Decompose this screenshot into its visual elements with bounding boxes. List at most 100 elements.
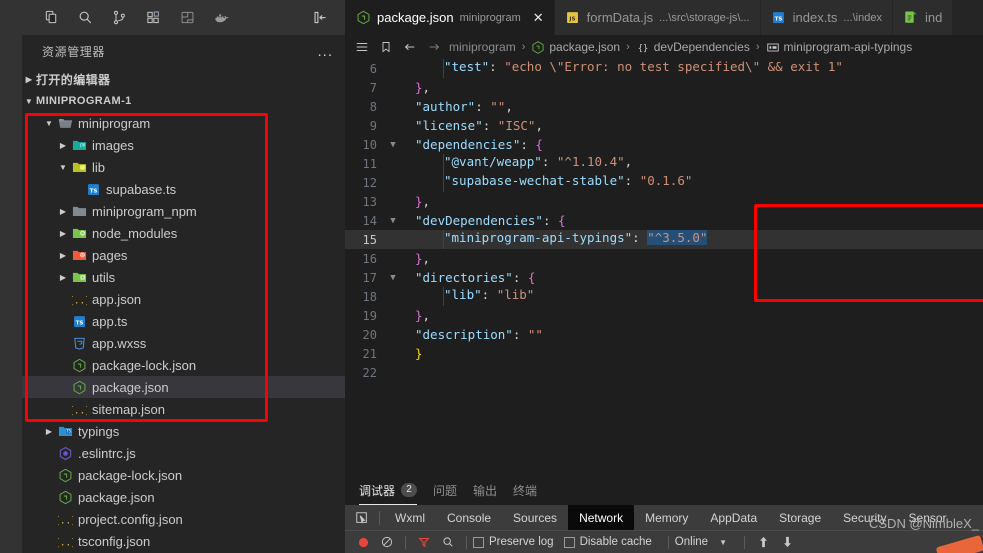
editor-tab-formdata-js[interactable]: JS formData.js ...\src\storage-js\... xyxy=(554,0,761,35)
chevron-right-icon[interactable]: ▶ xyxy=(42,427,56,436)
disable-cache-checkbox[interactable]: Disable cache xyxy=(563,536,652,548)
tree-item-pages[interactable]: ▶ pages xyxy=(22,244,345,266)
tree-item-supabase-ts[interactable]: TS supabase.ts xyxy=(22,178,345,200)
code-line[interactable]: 22 xyxy=(345,363,983,382)
tree-item-package-json[interactable]: package.json xyxy=(22,486,345,508)
devtools-tab-sources[interactable]: Sources xyxy=(502,505,568,530)
inspect-element-icon[interactable] xyxy=(349,505,375,530)
devtools-tab-appdata[interactable]: AppData xyxy=(699,505,768,530)
code-line[interactable]: 12 "supabase-wechat-stable": "0.1.6" xyxy=(345,173,983,192)
fold-chevron-icon[interactable]: ▼ xyxy=(385,216,401,226)
tree-item-typings[interactable]: ▶ TS typings xyxy=(22,420,345,442)
sidebar-section-open-editors[interactable]: ▶ 打开的编辑器 xyxy=(22,68,345,90)
forward-arrow-icon[interactable] xyxy=(425,40,443,54)
code-token: } xyxy=(415,194,423,209)
devtools-tab-wxml[interactable]: Wxml xyxy=(384,505,436,530)
collapse-sidebar-icon[interactable] xyxy=(303,0,337,35)
close-icon[interactable]: ✕ xyxy=(533,10,544,26)
throttling-select[interactable]: Online xyxy=(675,536,708,548)
tree-item-sitemap-json[interactable]: {..} sitemap.json xyxy=(22,398,345,420)
tree-item-miniprogram[interactable]: ▼ miniprogram xyxy=(22,112,345,134)
chevron-right-icon[interactable]: ▶ xyxy=(56,141,70,150)
code-line[interactable]: 19}, xyxy=(345,306,983,325)
code-line[interactable]: 20 "description": "" xyxy=(345,325,983,344)
preserve-log-checkbox[interactable]: Preserve log xyxy=(473,536,554,548)
breadcrumb-item-devdependencies[interactable]: {} devDependencies xyxy=(636,39,749,55)
source-control-icon[interactable] xyxy=(102,0,136,35)
tree-item-node-modules[interactable]: ▶ node_modules xyxy=(22,222,345,244)
code-line[interactable]: 6 "test": "echo \"Error: no test specifie… xyxy=(345,59,983,78)
panel-tab-2[interactable]: 输出 xyxy=(473,475,497,505)
breadcrumb-item-miniprogram-api-typings[interactable]: miniprogram-api-typings xyxy=(766,39,912,55)
devtools-tab-sensor[interactable]: Sensor xyxy=(898,505,958,530)
extensions-icon[interactable] xyxy=(136,0,170,35)
layout-icon[interactable] xyxy=(170,0,204,35)
tree-item-app-wxss[interactable]: app.wxss xyxy=(22,332,345,354)
code-editor[interactable]: 6 "test": "echo \"Error: no test specifie… xyxy=(345,59,983,475)
panel-tab-3[interactable]: 终端 xyxy=(513,475,537,505)
breadcrumb-item-package-json[interactable]: package.json xyxy=(531,39,620,55)
search-icon[interactable] xyxy=(68,0,102,35)
download-arrow-icon[interactable] xyxy=(775,531,799,553)
code-line[interactable]: 9 "license": "ISC", xyxy=(345,116,983,135)
code-line[interactable]: 15 "miniprogram-api-typings": "^3.5.0" xyxy=(345,230,983,249)
tree-item--eslintrc-js[interactable]: .eslintrc.js xyxy=(22,442,345,464)
upload-arrow-icon[interactable] xyxy=(751,531,775,553)
chevron-right-icon[interactable]: ▶ xyxy=(56,273,70,282)
tree-item-project-config-json[interactable]: {..} project.config.json xyxy=(22,508,345,530)
tree-item-app-json[interactable]: {..} app.json xyxy=(22,288,345,310)
fold-chevron-icon[interactable]: ▼ xyxy=(385,273,401,283)
search-icon[interactable] xyxy=(436,531,460,553)
tree-item-package-lock-json[interactable]: package-lock.json xyxy=(22,464,345,486)
chevron-right-icon[interactable]: ▶ xyxy=(56,229,70,238)
docker-icon[interactable] xyxy=(204,0,238,35)
editor-tab-package-json[interactable]: package.json miniprogram ✕ xyxy=(345,0,555,35)
tree-item-images[interactable]: ▶ images xyxy=(22,134,345,156)
devtools-tab-storage[interactable]: Storage xyxy=(768,505,832,530)
tree-item-package-lock-json[interactable]: package-lock.json xyxy=(22,354,345,376)
code-line[interactable]: 13}, xyxy=(345,192,983,211)
chevron-right-icon[interactable]: ▶ xyxy=(56,251,70,260)
filter-funnel-icon[interactable] xyxy=(412,531,436,553)
code-line[interactable]: 11 "@vant/weapp": "^1.10.4", xyxy=(345,154,983,173)
devtools-tab-memory[interactable]: Memory xyxy=(634,505,699,530)
bookmark-icon[interactable] xyxy=(377,40,395,54)
panel-tab-0[interactable]: 调试器 2 xyxy=(359,475,418,505)
tree-item-app-ts[interactable]: TS app.ts xyxy=(22,310,345,332)
back-arrow-icon[interactable] xyxy=(401,40,419,54)
explorer-more-actions-icon[interactable]: ... xyxy=(317,44,333,59)
panel-tab-1[interactable]: 问题 xyxy=(433,475,457,505)
chevron-down-icon[interactable]: ▼ xyxy=(708,531,738,553)
code-line[interactable]: 7}, xyxy=(345,78,983,97)
code-line[interactable]: 10 ▼ "dependencies": { xyxy=(345,135,983,154)
code-line[interactable]: 14 ▼ "devDependencies": { xyxy=(345,211,983,230)
record-circle-icon[interactable] xyxy=(351,531,375,553)
editor-tab-index-ts[interactable]: TS index.ts ...\index xyxy=(760,0,893,35)
code-line[interactable]: 18 "lib": "lib" xyxy=(345,287,983,306)
tree-item-package-json[interactable]: package.json xyxy=(22,376,345,398)
tree-item-miniprogram-npm[interactable]: ▶ miniprogram_npm xyxy=(22,200,345,222)
new-file-icon[interactable] xyxy=(34,0,68,35)
code-line[interactable]: 17 ▼ "directories": { xyxy=(345,268,983,287)
panel-tab-label: 调试器 xyxy=(359,483,396,498)
outline-icon[interactable] xyxy=(353,40,371,54)
tree-item-utils[interactable]: ▶ utils xyxy=(22,266,345,288)
fold-chevron-icon[interactable]: ▼ xyxy=(385,140,401,150)
devtools-tab-security[interactable]: Security xyxy=(832,505,897,530)
tree-item-label: package-lock.json xyxy=(78,467,183,483)
clear-forbidden-icon[interactable] xyxy=(375,531,399,553)
tree-item-tsconfig-json[interactable]: {..} tsconfig.json xyxy=(22,530,345,552)
chevron-down-icon[interactable]: ▼ xyxy=(42,119,56,128)
devtools-tab-console[interactable]: Console xyxy=(436,505,502,530)
chevron-down-icon[interactable]: ▼ xyxy=(56,163,70,172)
editor-tab-ind[interactable]: ind xyxy=(892,0,954,35)
devtools-tab-network[interactable]: Network xyxy=(568,505,635,530)
chevron-right-icon[interactable]: ▶ xyxy=(56,207,70,216)
code-line[interactable]: 8 "author": "", xyxy=(345,97,983,116)
breadcrumb-item-miniprogram[interactable]: miniprogram xyxy=(449,40,516,54)
code-line[interactable]: 21} xyxy=(345,344,983,363)
code-line[interactable]: 16}, xyxy=(345,249,983,268)
sidebar-section-workspace[interactable]: ▼ MINIPROGRAM-1 xyxy=(22,90,345,112)
line-number: 15 xyxy=(362,232,377,247)
tree-item-lib[interactable]: ▼ lib xyxy=(22,156,345,178)
